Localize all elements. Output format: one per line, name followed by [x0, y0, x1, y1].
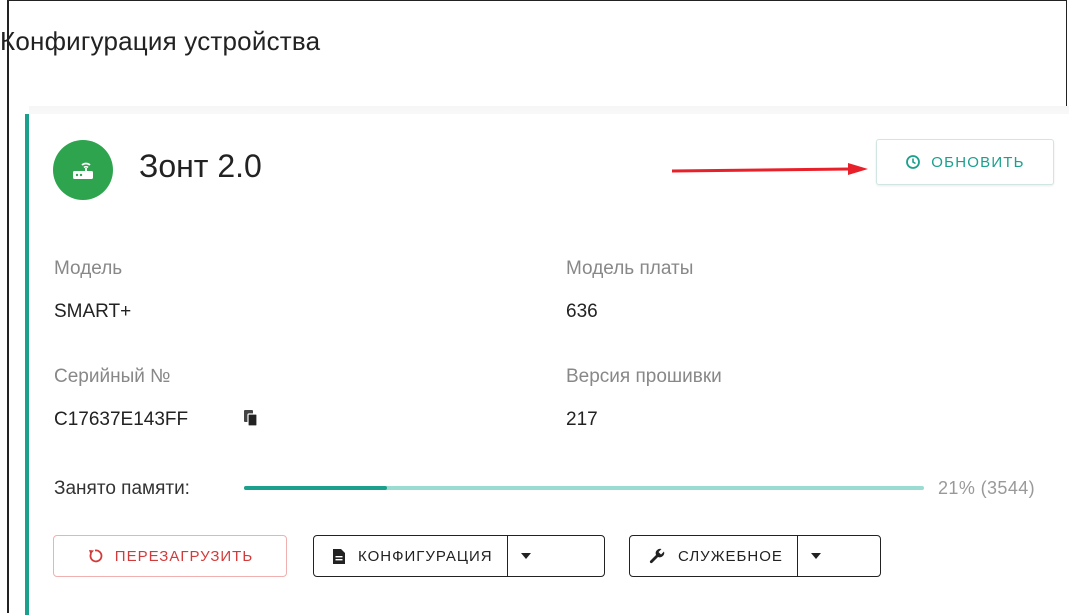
clock-refresh-icon	[906, 155, 921, 169]
restart-icon	[88, 549, 103, 563]
wrench-icon	[649, 548, 665, 564]
memory-value: 21% (3544)	[938, 478, 1036, 498]
refresh-button[interactable]: ОБНОВИТЬ	[876, 139, 1054, 185]
board-model-value: 636	[566, 301, 598, 322]
router-icon	[73, 162, 93, 179]
device-name: Зонт 2.0	[139, 148, 262, 184]
serial-label: Серийный №	[54, 366, 171, 387]
firmware-value: 217	[566, 409, 598, 430]
annotation-arrow	[671, 163, 868, 175]
reboot-button[interactable]: ПЕРЕЗАГРУЗИТЬ	[53, 535, 287, 577]
configuration-dropdown: КОНФИГУРАЦИЯ	[313, 535, 605, 577]
configuration-button-label: КОНФИГУРАЦИЯ	[358, 547, 493, 565]
serial-value: C17637E143FF	[54, 409, 189, 430]
device-avatar	[53, 140, 113, 200]
reboot-button-label: ПЕРЕЗАГРУЗИТЬ	[114, 547, 254, 565]
refresh-button-label: ОБНОВИТЬ	[931, 153, 1025, 171]
service-dropdown: СЛУЖЕБНОЕ	[629, 535, 881, 577]
memory-progress-bar	[244, 486, 924, 490]
memory-label: Занято памяти:	[54, 478, 190, 499]
service-button[interactable]: СЛУЖЕБНОЕ	[630, 536, 797, 576]
chevron-down-icon	[520, 553, 531, 559]
document-icon	[333, 548, 345, 564]
memory-progress-fill	[244, 486, 387, 490]
service-button-label: СЛУЖЕБНОЕ	[678, 547, 783, 565]
copy-icon[interactable]	[243, 409, 259, 432]
page-title: Конфигурация устройства	[0, 26, 321, 56]
firmware-label: Версия прошивки	[566, 366, 722, 387]
service-dropdown-toggle[interactable]	[798, 536, 834, 576]
model-label: Модель	[54, 258, 123, 279]
chevron-down-icon	[810, 553, 821, 559]
board-model-label: Модель платы	[566, 258, 694, 279]
configuration-dropdown-toggle[interactable]	[508, 536, 544, 576]
configuration-button[interactable]: КОНФИГУРАЦИЯ	[314, 536, 507, 576]
model-value: SMART+	[54, 301, 132, 322]
